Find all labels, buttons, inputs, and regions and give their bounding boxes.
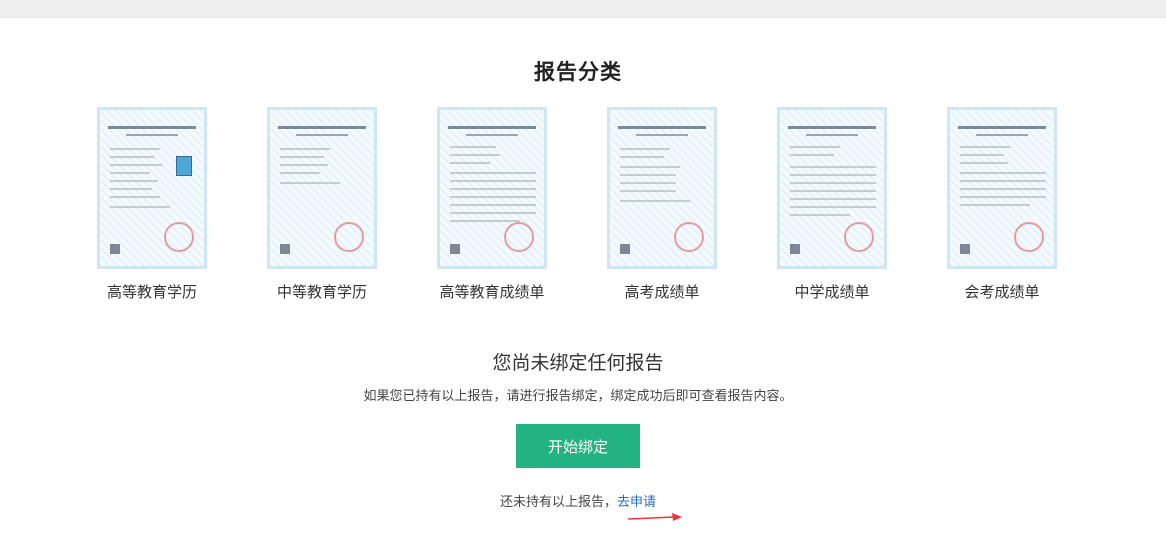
qr-code-icon [620,244,630,254]
apply-prefix: 还未持有以上报告， [499,495,617,510]
qr-code-icon [280,244,290,254]
annotation-arrow-icon [628,513,682,521]
qr-code-icon [110,244,120,254]
report-card-label[interactable]: 中等教育学历 [257,281,387,302]
seal-icon [504,222,534,252]
report-card-secondary-edu-degree[interactable]: 中等教育学历 [257,107,387,302]
empty-state-title: 您尚未绑定任何报告 [492,352,664,374]
seal-icon [334,222,364,252]
report-card-huikao-transcript[interactable]: 会考成绩单 [937,107,1067,302]
section-title: 报告分类 [534,60,622,84]
report-card-gaokao-transcript[interactable]: 高考成绩单 [597,107,727,302]
report-thumbnail[interactable] [777,107,887,269]
photo-icon [176,156,192,176]
apply-link[interactable]: 去申请 [617,495,656,510]
apply-line: 还未持有以上报告，去申请 [0,491,1156,510]
report-card-label[interactable]: 中学成绩单 [767,281,897,302]
empty-state-description: 如果您已持有以上报告，请进行报告绑定，绑定成功后即可查看报告内容。 [363,389,793,404]
report-card-higher-edu-transcript[interactable]: 高等教育成绩单 [427,107,557,302]
report-card-label[interactable]: 高等教育成绩单 [427,281,557,302]
report-thumbnail[interactable] [947,107,1057,269]
report-card-label[interactable]: 高考成绩单 [597,281,727,302]
qr-code-icon [790,244,800,254]
report-thumbnail[interactable] [97,107,207,269]
report-card-label[interactable]: 高等教育学历 [87,281,217,302]
qr-code-icon [450,244,460,254]
report-thumbnail[interactable] [267,107,377,269]
report-thumbnail[interactable] [437,107,547,269]
seal-icon [164,222,194,252]
report-card-label[interactable]: 会考成绩单 [937,281,1067,302]
report-card-higher-edu-degree[interactable]: 高等教育学历 [87,107,217,302]
report-thumbnail[interactable] [607,107,717,269]
seal-icon [1014,222,1044,252]
start-bind-button[interactable]: 开始绑定 [516,424,640,468]
seal-icon [674,222,704,252]
qr-code-icon [960,244,970,254]
seal-icon [844,222,874,252]
top-bar [0,0,1166,18]
report-card-secondary-school-transcript[interactable]: 中学成绩单 [767,107,897,302]
